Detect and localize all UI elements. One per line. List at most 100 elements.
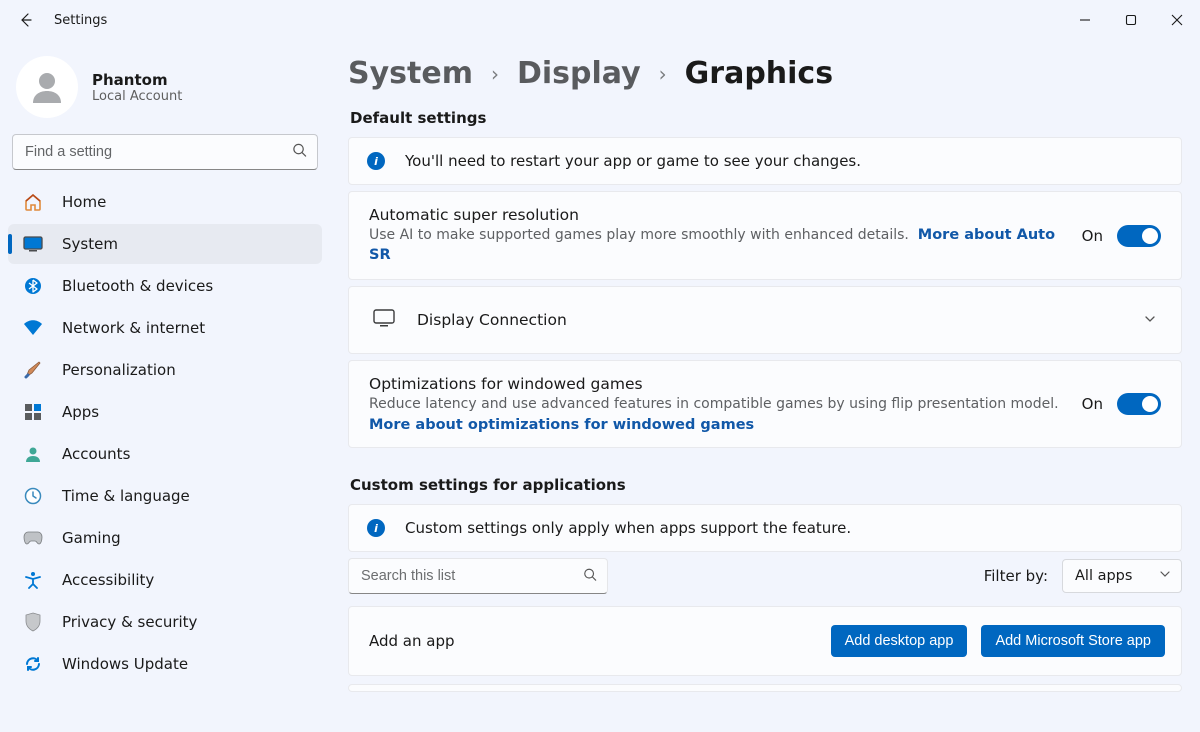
windowed-opt-title: Optimizations for windowed games: [369, 375, 1064, 393]
user-avatar-icon: [27, 67, 67, 107]
filter-by-value: All apps: [1075, 568, 1132, 584]
system-icon: [22, 233, 44, 255]
sidebar-item-label: Gaming: [62, 529, 121, 547]
app-list-search[interactable]: [348, 558, 608, 594]
main-content: System › Display › Graphics Default sett…: [330, 40, 1200, 732]
sidebar-search-input[interactable]: [13, 135, 317, 169]
filter-by-select[interactable]: All apps: [1062, 559, 1182, 593]
filter-by-label: Filter by:: [984, 567, 1048, 585]
shield-icon: [22, 611, 44, 633]
clock-icon: [22, 485, 44, 507]
sidebar-search[interactable]: [12, 134, 318, 170]
sidebar-item-label: Apps: [62, 403, 99, 421]
windowed-opt-desc: Reduce latency and use advanced features…: [369, 395, 1064, 414]
add-app-card: Add an app Add desktop app Add Microsoft…: [348, 606, 1182, 676]
user-account-type: Local Account: [92, 89, 182, 104]
custom-info-card: i Custom settings only apply when apps s…: [348, 504, 1182, 552]
close-button[interactable]: [1154, 0, 1200, 40]
sidebar-item-windows-update[interactable]: Windows Update: [8, 644, 322, 684]
breadcrumb-display[interactable]: Display: [517, 56, 641, 91]
sidebar-item-label: Privacy & security: [62, 613, 197, 631]
sidebar-item-system[interactable]: System: [8, 224, 322, 264]
avatar: [16, 56, 78, 118]
restart-info-text: You'll need to restart your app or game …: [405, 152, 861, 170]
sidebar-item-label: Accounts: [62, 445, 130, 463]
sidebar-item-label: Network & internet: [62, 319, 205, 337]
info-icon: i: [367, 152, 385, 170]
chevron-down-icon: [1143, 311, 1157, 330]
section-default-settings-title: Default settings: [350, 109, 1182, 127]
auto-sr-card: Automatic super resolution Use AI to mak…: [348, 191, 1182, 280]
windowed-opt-toggle[interactable]: [1117, 393, 1161, 415]
sidebar-item-label: Accessibility: [62, 571, 154, 589]
arrow-left-icon: [18, 12, 34, 28]
chevron-right-icon: ›: [659, 62, 667, 86]
sidebar-item-label: Time & language: [62, 487, 190, 505]
sidebar: Phantom Local Account Home System: [0, 40, 330, 732]
windowed-opt-link[interactable]: More about optimizations for windowed ga…: [369, 417, 754, 433]
window-controls: [1062, 0, 1200, 40]
sidebar-item-label: System: [62, 235, 118, 253]
sidebar-item-personalization[interactable]: Personalization: [8, 350, 322, 390]
add-app-title: Add an app: [369, 632, 455, 650]
close-icon: [1171, 14, 1183, 26]
sidebar-item-gaming[interactable]: Gaming: [8, 518, 322, 558]
apps-icon: [22, 401, 44, 423]
windowed-opt-state: On: [1082, 395, 1103, 413]
monitor-icon: [373, 309, 395, 331]
breadcrumb: System › Display › Graphics: [348, 56, 1182, 91]
sidebar-item-home[interactable]: Home: [8, 182, 322, 222]
app-filter-row: Filter by: All apps: [348, 558, 1182, 594]
auto-sr-toggle[interactable]: [1117, 225, 1161, 247]
paintbrush-icon: [22, 359, 44, 381]
chevron-right-icon: ›: [491, 62, 499, 86]
back-button[interactable]: [14, 8, 38, 32]
sidebar-item-privacy[interactable]: Privacy & security: [8, 602, 322, 642]
auto-sr-desc: Use AI to make supported games play more…: [369, 227, 909, 243]
wifi-icon: [22, 317, 44, 339]
sidebar-item-accessibility[interactable]: Accessibility: [8, 560, 322, 600]
bluetooth-icon: [22, 275, 44, 297]
sidebar-item-apps[interactable]: Apps: [8, 392, 322, 432]
sidebar-item-label: Personalization: [62, 361, 176, 379]
search-icon: [292, 143, 307, 162]
info-icon: i: [367, 519, 385, 537]
custom-info-text: Custom settings only apply when apps sup…: [405, 519, 851, 537]
auto-sr-state: On: [1082, 227, 1103, 245]
add-store-app-button[interactable]: Add Microsoft Store app: [981, 625, 1165, 657]
sidebar-nav: Home System Bluetooth & devices Network …: [8, 182, 322, 684]
sidebar-item-network[interactable]: Network & internet: [8, 308, 322, 348]
chevron-down-icon: [1159, 568, 1171, 584]
sidebar-item-bluetooth[interactable]: Bluetooth & devices: [8, 266, 322, 306]
sidebar-item-label: Windows Update: [62, 655, 188, 673]
update-icon: [22, 653, 44, 675]
app-list-search-input[interactable]: [349, 559, 607, 593]
minimize-button[interactable]: [1062, 0, 1108, 40]
search-icon: [583, 567, 597, 586]
auto-sr-title: Automatic super resolution: [369, 206, 1064, 224]
accessibility-icon: [22, 569, 44, 591]
sidebar-item-label: Bluetooth & devices: [62, 277, 213, 295]
maximize-icon: [1125, 14, 1137, 26]
breadcrumb-system[interactable]: System: [348, 56, 473, 91]
windowed-opt-card: Optimizations for windowed games Reduce …: [348, 360, 1182, 448]
add-desktop-app-button[interactable]: Add desktop app: [831, 625, 968, 657]
sidebar-item-accounts[interactable]: Accounts: [8, 434, 322, 474]
list-placeholder-card: [348, 684, 1182, 692]
sidebar-item-time-language[interactable]: Time & language: [8, 476, 322, 516]
display-connection-row[interactable]: Display Connection: [348, 286, 1182, 354]
home-icon: [22, 191, 44, 213]
minimize-icon: [1079, 14, 1091, 26]
window-title: Settings: [54, 13, 107, 28]
gamepad-icon: [22, 527, 44, 549]
titlebar: Settings: [0, 0, 1200, 40]
display-connection-title: Display Connection: [417, 311, 567, 329]
person-icon: [22, 443, 44, 465]
maximize-button[interactable]: [1108, 0, 1154, 40]
breadcrumb-current: Graphics: [685, 56, 833, 91]
user-block[interactable]: Phantom Local Account: [8, 48, 322, 130]
user-name: Phantom: [92, 71, 182, 89]
section-custom-settings-title: Custom settings for applications: [350, 476, 1182, 494]
sidebar-item-label: Home: [62, 193, 106, 211]
restart-info-card: i You'll need to restart your app or gam…: [348, 137, 1182, 185]
